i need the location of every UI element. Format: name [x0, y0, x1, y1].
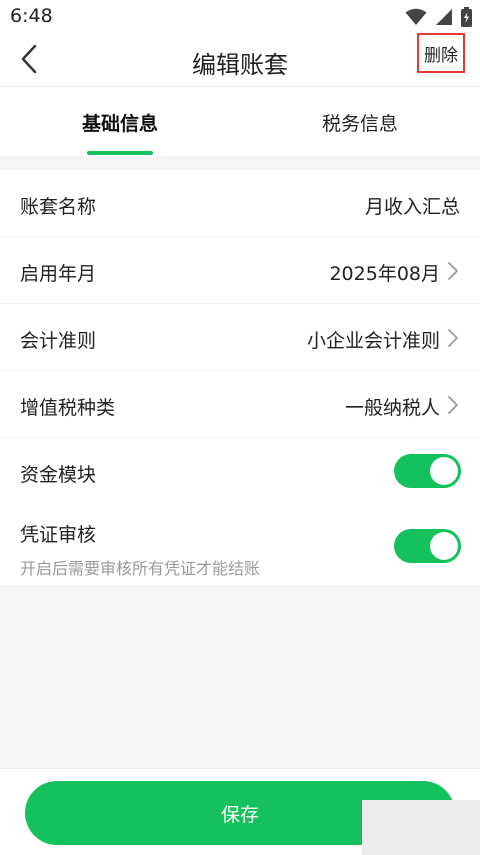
wifi-icon [405, 8, 427, 25]
fund-module-toggle[interactable] [394, 454, 461, 488]
account-name-label: 账套名称 [20, 196, 97, 218]
corner-overlay [362, 800, 480, 855]
start-month-value: 2025年08月 [329, 263, 440, 285]
chevron-right-icon [448, 329, 458, 347]
accounting-standard-row[interactable]: 会计准则 小企业会计准则 [0, 304, 480, 371]
vat-type-label: 增值税种类 [20, 397, 116, 419]
chevron-right-icon [448, 262, 458, 280]
vat-type-row[interactable]: 增值税种类 一般纳税人 [0, 371, 480, 438]
status-bar: 6:48 [0, 0, 480, 34]
accounting-standard-value: 小企业会计准则 [306, 330, 440, 352]
active-tab-indicator [87, 151, 153, 155]
status-icons [405, 6, 472, 28]
voucher-review-toggle[interactable] [394, 529, 461, 563]
status-time: 6:48 [10, 5, 53, 27]
delete-button[interactable]: 删除 [417, 33, 465, 73]
form-list: 账套名称 月收入汇总 启用年月 2025年08月 会计准则 小企业会计准则 增值… [0, 170, 480, 585]
vat-type-value: 一般纳税人 [344, 397, 440, 419]
voucher-review-label: 凭证审核 [20, 524, 97, 546]
chevron-right-icon [448, 396, 458, 414]
start-month-row[interactable]: 启用年月 2025年08月 [0, 237, 480, 304]
tab-tax-info-label: 税务信息 [321, 113, 398, 135]
voucher-review-description: 开启后需要审核所有凭证才能结账 [20, 559, 261, 578]
page-title: 编辑账套 [192, 51, 288, 79]
edit-account-set-screen: 6:48 编辑账套 删除 基础信息 税务信息 账套名称 月收入汇总 启用年月 2… [0, 0, 480, 855]
voucher-review-row: 凭证审核 开启后需要审核所有凭证才能结账 [0, 505, 480, 585]
battery-icon [461, 7, 472, 27]
account-name-value[interactable]: 月收入汇总 [365, 192, 460, 219]
accounting-standard-label: 会计准则 [20, 330, 97, 352]
nav-bar: 编辑账套 删除 [0, 33, 480, 86]
start-month-label: 启用年月 [20, 263, 97, 285]
account-name-row[interactable]: 账套名称 月收入汇总 [0, 170, 480, 237]
toggle-knob [430, 457, 458, 485]
tab-bar: 基础信息 税务信息 [0, 86, 480, 156]
fund-module-label: 资金模块 [20, 464, 97, 486]
toggle-knob [430, 532, 458, 560]
tab-tax-info[interactable]: 税务信息 [240, 87, 480, 157]
tab-basic-info-label: 基础信息 [81, 113, 158, 135]
signal-icon [436, 9, 452, 25]
tab-basic-info[interactable]: 基础信息 [0, 87, 240, 157]
fund-module-row: 资金模块 [0, 438, 480, 505]
